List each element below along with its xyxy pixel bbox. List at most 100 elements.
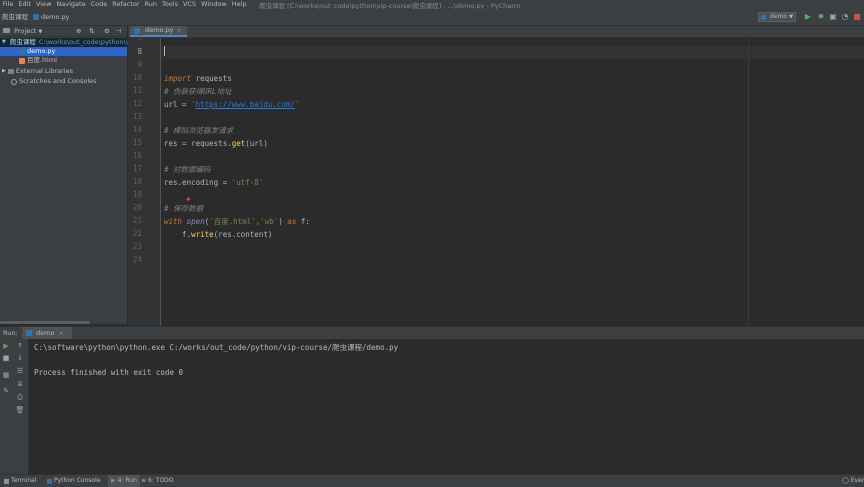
line-number: 22	[132, 229, 142, 238]
tree-item-external-libraries[interactable]: ▶ External Libraries	[0, 67, 73, 76]
todo-tool-button[interactable]: ≡ 6: TODO	[141, 475, 174, 487]
scroll-to-end-icon[interactable]: ⇊	[15, 380, 25, 389]
arrow-down-icon[interactable]: ↓	[15, 354, 25, 363]
code-text: f.	[164, 230, 192, 239]
close-icon[interactable]: ×	[176, 25, 181, 36]
menu-navigate[interactable]: Navigate	[54, 0, 88, 9]
menu-code[interactable]: Code	[88, 0, 110, 9]
run-tool-button[interactable]: ▶ 4: Run	[108, 475, 140, 487]
code-comment: # 对数据编码	[164, 165, 211, 174]
breadcrumb-file-label: demo.py	[41, 13, 70, 21]
profile-icon[interactable]: ◔	[840, 12, 850, 22]
python-console-icon	[47, 478, 52, 484]
hide-icon[interactable]: ⊣	[116, 26, 122, 36]
pin-icon[interactable]: ✎	[1, 387, 11, 396]
menu-help[interactable]: Help	[229, 0, 249, 9]
rerun-icon[interactable]: ▶	[1, 342, 11, 351]
project-tree: ▼ 爬虫课程 C:\works\out_code\python\vi demo.…	[0, 37, 131, 324]
code-text: res = requests.	[164, 139, 232, 148]
code-text: res.encoding =	[164, 178, 232, 187]
run-icon[interactable]: ▶	[803, 12, 813, 22]
tree-item-baidu-html[interactable]: 百度.html	[0, 56, 57, 65]
console-command-line: C:\software\python\python.exe C:/works/o…	[34, 343, 399, 352]
tree-item-label: External Libraries	[15, 67, 73, 75]
menu-edit[interactable]: Edit	[16, 0, 34, 9]
breadcrumb-project[interactable]: 爬虫课程	[2, 9, 28, 25]
line-number: 24	[132, 255, 142, 264]
layout-icon[interactable]: ▦	[1, 371, 11, 380]
python-file-icon	[26, 330, 32, 336]
tree-item-label: Scratches and Consoles	[19, 77, 97, 85]
html-file-icon	[19, 57, 25, 64]
menu-vcs[interactable]: VCS	[180, 0, 198, 9]
list-icon: ≡	[141, 477, 147, 484]
code-editor[interactable]: import requests # 伪装获得URL地址 url = 'https…	[161, 38, 864, 326]
chevron-right-icon[interactable]: ▶	[2, 67, 6, 76]
project-panel-title[interactable]: Project	[14, 27, 36, 35]
menu-view[interactable]: View	[33, 0, 53, 9]
gear-icon[interactable]: ⚙	[104, 26, 110, 36]
run-configuration-select[interactable]: demo ▼	[758, 12, 796, 22]
chevron-down-icon: ▼	[789, 14, 793, 20]
chevron-down-icon[interactable]: ▼	[38, 29, 42, 35]
menu-file[interactable]: File	[0, 0, 16, 9]
line-number: 9	[137, 60, 142, 69]
code-line-14: # 模拟浏览器发请求	[164, 124, 233, 137]
code-line-10: import requests	[164, 72, 232, 85]
soft-wrap-icon[interactable]: ☰	[15, 367, 25, 376]
stop-icon[interactable]: ■	[1, 354, 11, 363]
menu-refactor[interactable]: Refactor	[110, 0, 142, 9]
menu-window[interactable]: Window	[199, 0, 230, 9]
print-icon[interactable]: ⎙	[15, 393, 25, 402]
event-log-tool-button[interactable]: ◯ Even	[842, 475, 864, 487]
url-link[interactable]: https://www.baidu.com/	[196, 100, 295, 109]
scratches-icon	[11, 78, 17, 85]
run-panel-header: Run: demo ×	[0, 326, 864, 339]
code-text: url =	[164, 100, 192, 109]
tree-item-root[interactable]: ▼ 爬虫课程 C:\works\out_code\python\vi	[0, 38, 131, 47]
debug-icon[interactable]: ✹	[816, 12, 826, 22]
breadcrumb-file[interactable]: demo.py	[33, 9, 69, 25]
tree-file-label: 百度.html	[27, 56, 57, 64]
coverage-icon[interactable]: ▣	[828, 12, 838, 22]
code-line-22: f.write(res.content)	[164, 228, 272, 241]
keyword: with	[164, 217, 183, 226]
menu-tools[interactable]: Tools	[159, 0, 180, 9]
run-console[interactable]: C:\software\python\python.exe C:/works/o…	[29, 339, 864, 474]
builtin-name: open	[182, 217, 205, 226]
stop-icon[interactable]: ■	[852, 12, 862, 22]
menu-run[interactable]: Run	[142, 0, 159, 9]
line-number: 15	[132, 138, 142, 147]
code-line-11: # 伪装获得URL地址	[164, 85, 232, 98]
event-log-icon: ◯	[842, 477, 849, 484]
python-file-icon	[19, 48, 25, 55]
line-number: 14	[132, 125, 142, 134]
run-tab-demo[interactable]: demo ×	[22, 327, 72, 339]
terminal-icon	[4, 478, 9, 484]
right-margin-guide	[748, 38, 749, 326]
code-line-17: # 对数据编码	[164, 163, 211, 176]
mouse-cursor-icon: ✦	[185, 195, 192, 204]
close-icon[interactable]: ×	[58, 327, 63, 339]
keyword: import	[164, 74, 192, 83]
tree-horizontal-scrollbar[interactable]	[0, 321, 90, 324]
terminal-tool-button[interactable]: Terminal	[4, 475, 36, 487]
tree-file-label: demo.py	[27, 47, 56, 55]
chevron-down-icon[interactable]: ▼	[2, 38, 6, 47]
tab-label: demo.py	[145, 26, 174, 34]
python-console-tool-button[interactable]: Python Console	[47, 475, 101, 487]
string-quote: '	[294, 100, 300, 109]
tree-item-demo-py[interactable]: demo.py	[0, 47, 127, 56]
tree-item-scratches[interactable]: Scratches and Consoles	[0, 77, 97, 86]
run-panel-toolbar: ▶ ↑ ■ ↓ ☰ ▦ ⇊ ✎ ⎙ 🗑	[0, 339, 29, 474]
tool-button-label: Terminal	[11, 477, 37, 484]
tool-button-label: Python Console	[54, 477, 101, 484]
trash-icon[interactable]: 🗑	[15, 406, 25, 415]
collapse-icon[interactable]: ⇅	[89, 26, 94, 36]
locate-icon[interactable]: ⊕	[76, 26, 81, 36]
tree-root-path: C:\works\out_code\python\vi	[38, 38, 132, 46]
python-file-icon	[134, 27, 140, 34]
python-file-icon	[761, 14, 766, 20]
code-comment: # 模拟浏览器发请求	[164, 126, 234, 135]
arrow-up-icon[interactable]: ↑	[15, 342, 25, 351]
